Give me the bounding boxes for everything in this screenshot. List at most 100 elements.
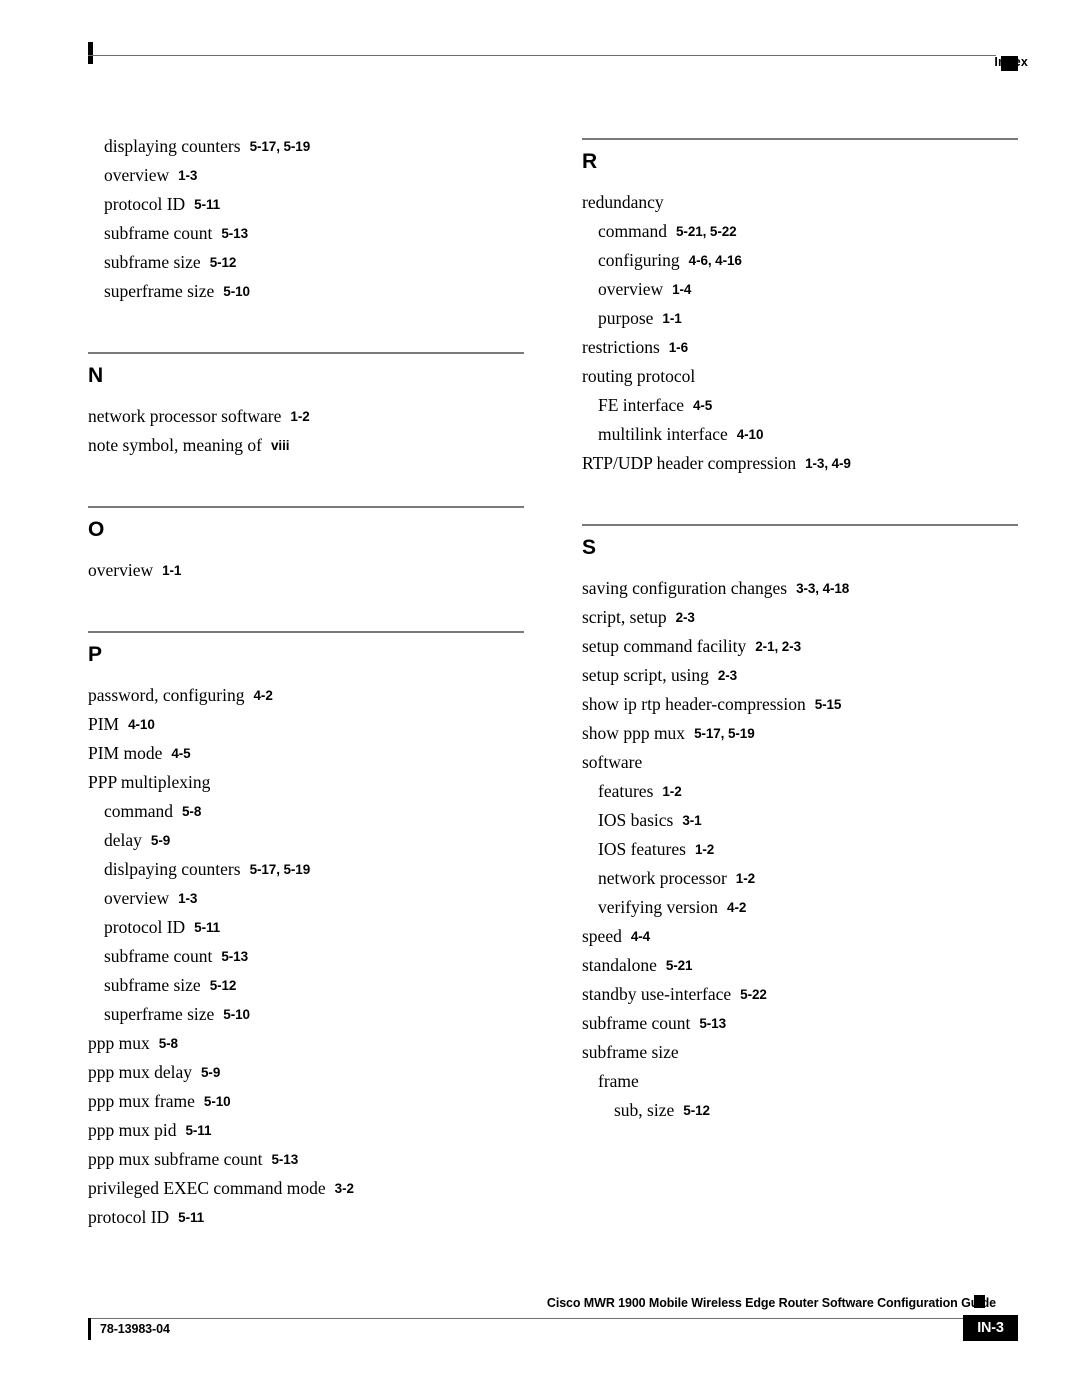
index-entry-term: configuring [598, 250, 680, 270]
index-entry: FE interface 4-5 [582, 396, 1018, 426]
page-header: Index [0, 0, 1080, 95]
index-entry-term: multilink interface [598, 424, 728, 444]
index-entry-term: routing protocol [582, 366, 696, 386]
index-entry-pages[interactable]: 5-13 [221, 949, 248, 964]
index-entry-pages[interactable]: viii [271, 438, 289, 453]
footer-rule [88, 1318, 996, 1319]
index-entry: standby use-interface 5-22 [582, 985, 1018, 1015]
index-entry-pages[interactable]: 4-10 [737, 427, 764, 442]
index-entry-pages[interactable]: 5-11 [194, 197, 220, 212]
index-entry-term: ppp mux delay [88, 1062, 193, 1082]
index-entry-pages[interactable]: 4-5 [171, 746, 190, 761]
index-entry: subframe count 5-13 [88, 947, 524, 977]
index-entry-pages[interactable]: 1-2 [695, 842, 714, 857]
index-entry-term: show ip rtp header-compression [582, 694, 806, 714]
index-entry-pages[interactable]: 1-1 [662, 311, 681, 326]
index-entry-term: setup script, using [582, 665, 709, 685]
index-entry-term: purpose [598, 308, 654, 328]
index-entry-pages[interactable]: 5-11 [185, 1123, 211, 1138]
index-entry-term: protocol ID [88, 1207, 170, 1227]
index-entry-pages[interactable]: 5-10 [223, 284, 250, 299]
index-entry: sub, size 5-12 [582, 1101, 1018, 1131]
index-entry: superframe size 5-10 [88, 282, 524, 312]
page-footer: Cisco MWR 1900 Mobile Wireless Edge Rout… [0, 1277, 1080, 1397]
index-entry-pages[interactable]: 5-11 [194, 920, 220, 935]
index-entry-pages[interactable]: 5-13 [221, 226, 248, 241]
index-entry-pages[interactable]: 2-1, 2-3 [755, 639, 801, 654]
index-entry-term: displaying counters [104, 136, 241, 156]
index-entry-term: dislpaying counters [104, 859, 241, 879]
index-entry-pages[interactable]: 4-2 [727, 900, 746, 915]
index-entry-pages[interactable]: 1-2 [736, 871, 755, 886]
index-entry: routing protocol [582, 366, 1018, 397]
index-entry-list: saving configuration changes 3-3, 4-18 scr… [582, 558, 1018, 1131]
index-entry-pages[interactable]: 1-3 [178, 168, 197, 183]
index-entry: ppp mux frame 5-10 [88, 1092, 524, 1122]
index-entry-term: IOS features [598, 839, 686, 859]
index-entry-term: RTP/UDP header compression [582, 453, 797, 473]
index-entry-pages[interactable]: 2-3 [676, 610, 695, 625]
index-entry-term: privileged EXEC command mode [88, 1178, 326, 1198]
index-entry-pages[interactable]: 5-11 [178, 1210, 204, 1225]
index-entry-pages[interactable]: 5-9 [151, 833, 170, 848]
index-entry: subframe size 5-12 [88, 253, 524, 283]
index-entry-term: restrictions [582, 337, 660, 357]
index-entry-pages[interactable]: 5-10 [204, 1094, 231, 1109]
index-entry-pages[interactable]: 4-4 [631, 929, 650, 944]
index-entry-list: overview 1-1 [88, 540, 524, 591]
index-entry-pages[interactable]: 4-2 [254, 688, 273, 703]
index-entry-term: overview [598, 279, 664, 299]
header-left-tick [88, 42, 93, 64]
index-entry-pages[interactable]: 1-1 [162, 563, 181, 578]
index-entry-pages[interactable]: 3-3, 4-18 [796, 581, 849, 596]
index-entry-pages[interactable]: 5-8 [182, 804, 201, 819]
index-entry-pages[interactable]: 3-1 [682, 813, 701, 828]
index-entry-list: network processor software 1-2 note symbol… [88, 386, 524, 466]
index-entry: script, setup 2-3 [582, 608, 1018, 638]
index-entry: overview 1-3 [88, 166, 524, 196]
index-entry: subframe size 5-12 [88, 976, 524, 1006]
section-letter: S [582, 536, 597, 559]
index-entry-term: setup command facility [582, 636, 747, 656]
index-entry-pages[interactable]: 4-5 [693, 398, 712, 413]
index-entry-pages[interactable]: 5-12 [210, 255, 237, 270]
index-entry-pages[interactable]: 4-10 [128, 717, 155, 732]
index-entry-pages[interactable]: 5-21 [666, 958, 693, 973]
index-entry-pages[interactable]: 4-6, 4-16 [689, 253, 742, 268]
index-entry-term: password, configuring [88, 685, 245, 705]
index-entry-pages[interactable]: 5-12 [210, 978, 237, 993]
index-entry-pages[interactable]: 5-8 [159, 1036, 178, 1051]
index-entry-term: PIM mode [88, 743, 163, 763]
index-entry-pages[interactable]: 1-6 [669, 340, 688, 355]
index-entry: note symbol, meaning of viii [88, 436, 524, 466]
index-entry-pages[interactable]: 5-10 [223, 1007, 250, 1022]
index-entry-pages[interactable]: 1-2 [662, 784, 681, 799]
index-entry-pages[interactable]: 5-21, 5-22 [676, 224, 737, 239]
index-entry-pages[interactable]: 3-2 [335, 1181, 354, 1196]
index-entry-pages[interactable]: 1-4 [672, 282, 691, 297]
index-entry-pages[interactable]: 5-13 [699, 1016, 726, 1031]
index-entry: subframe size [582, 1043, 1018, 1073]
footer-document-title: Cisco MWR 1900 Mobile Wireless Edge Rout… [546, 1296, 996, 1310]
index-entry-pages[interactable]: 1-3, 4-9 [805, 456, 851, 471]
index-entry-pages[interactable]: 2-3 [718, 668, 737, 683]
index-entry: network processor software 1-2 [88, 407, 524, 437]
index-entry-pages[interactable]: 5-15 [815, 697, 842, 712]
index-entry-pages[interactable]: 1-3 [178, 891, 197, 906]
footer-document-number: 78-13983-04 [100, 1322, 170, 1336]
index-entry-pages[interactable]: 5-17, 5-19 [250, 139, 311, 154]
index-entry-pages[interactable]: 5-17, 5-19 [250, 862, 311, 877]
footer-left-tick [88, 1318, 91, 1340]
index-entry: configuring 4-6, 4-16 [582, 250, 1018, 281]
footer-square-marker [974, 1295, 985, 1308]
index-entry: PIM 4-10 [88, 715, 524, 745]
index-entry: setup command facility 2-1, 2-3 [582, 636, 1018, 667]
index-entry-pages[interactable]: 5-17, 5-19 [694, 726, 755, 741]
index-entry-pages[interactable]: 5-13 [271, 1152, 298, 1167]
index-entry-pages[interactable]: 5-22 [740, 987, 767, 1002]
index-entry-pages[interactable]: 5-12 [683, 1103, 710, 1118]
index-entry-pages[interactable]: 1-2 [290, 409, 309, 424]
index-entry-pages[interactable]: 5-9 [201, 1065, 220, 1080]
